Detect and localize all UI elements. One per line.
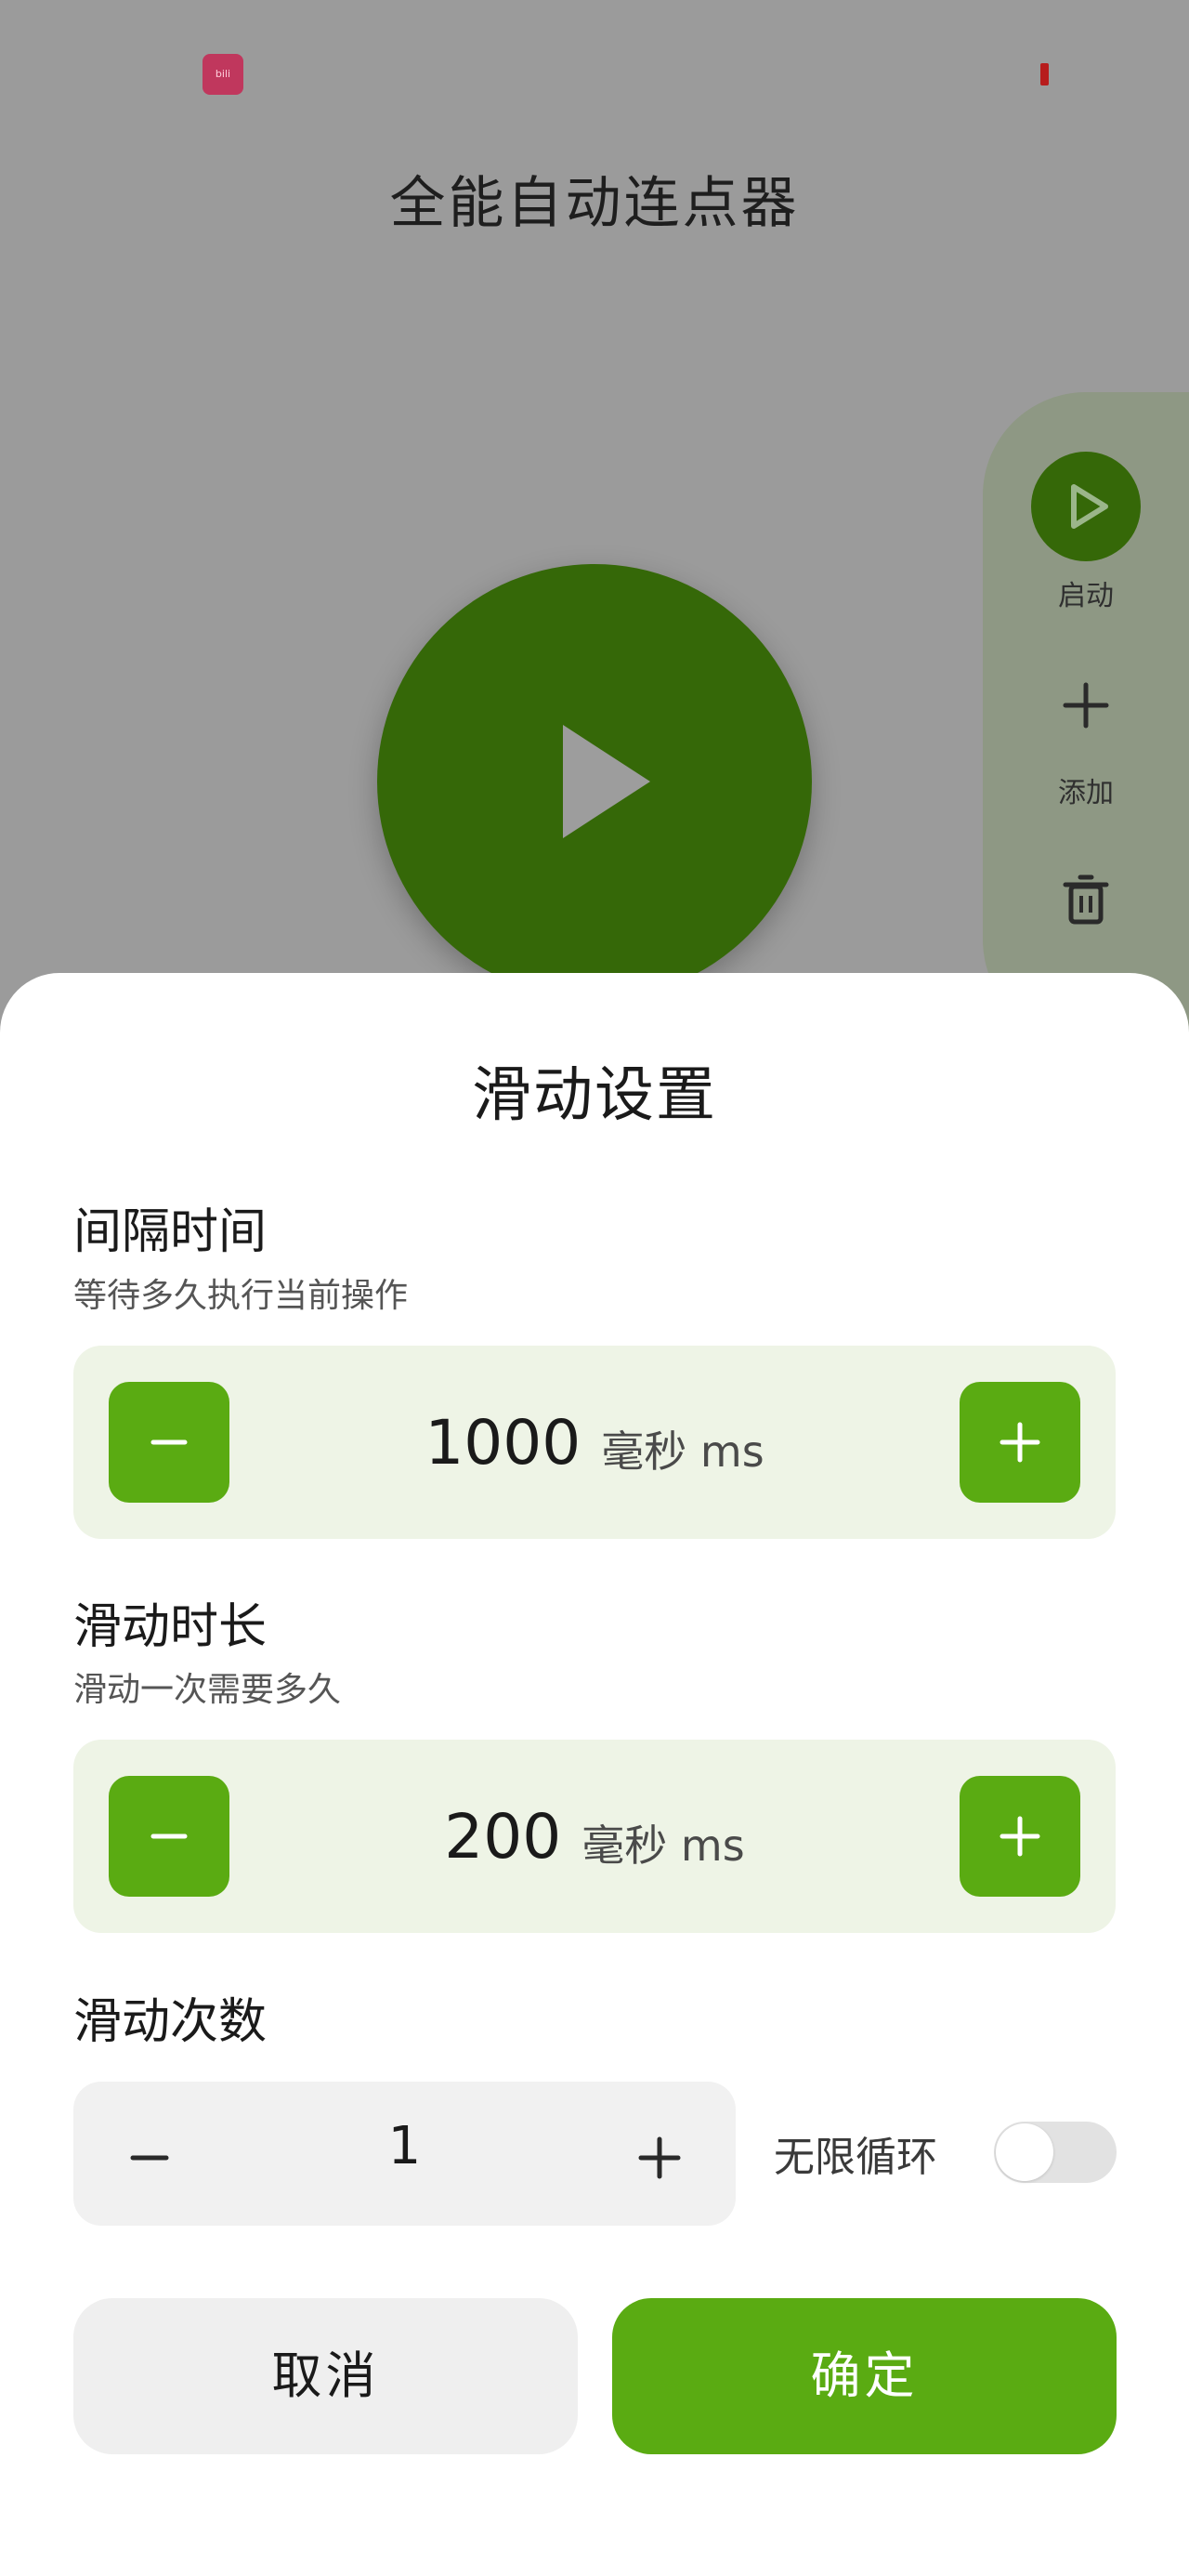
count-stepper: 1 [73,2082,736,2226]
interval-increase-button[interactable] [960,1382,1080,1503]
duration-increase-button[interactable] [960,1776,1080,1897]
play-icon [563,725,650,838]
status-bar: bili [0,0,1189,139]
cancel-button[interactable]: 取消 [73,2298,578,2454]
add-icon[interactable] [1058,677,1114,733]
app-screen: bili 全能自动连点器 启动 添加 滑动设置 间隔时间 等待多久执行当前操作 … [0,0,1189,2576]
swipe-settings-sheet: 滑动设置 间隔时间 等待多久执行当前操作 1000 毫秒 ms 滑动时长 滑动一… [0,973,1189,2576]
interval-title: 间隔时间 [73,1204,268,1260]
interval-value: 1000 [425,1406,581,1479]
side-start-button[interactable] [1031,452,1141,561]
interval-stepper: 1000 毫秒 ms [73,1346,1116,1539]
recording-indicator-icon [1040,63,1049,85]
toggle-knob [996,2123,1053,2181]
floating-control-panel: 启动 添加 [983,392,1189,1043]
side-start-label: 启动 [1058,580,1114,612]
sheet-title: 滑动设置 [472,1061,717,1130]
plus-icon [1000,1422,1040,1463]
infinite-loop-label: 无限循环 [774,2134,937,2181]
count-increase-button[interactable] [621,2115,699,2193]
side-add-label: 添加 [1058,777,1114,809]
duration-unit: 毫秒 ms [581,1820,745,1871]
main-start-button[interactable] [377,564,812,999]
interval-subtitle: 等待多久执行当前操作 [73,1277,409,1315]
interval-unit: 毫秒 ms [601,1426,764,1477]
plus-icon [1000,1816,1040,1857]
duration-value: 200 [444,1800,562,1873]
bilibili-app-icon: bili [203,54,243,95]
duration-subtitle: 滑动一次需要多久 [73,1671,342,1709]
count-title: 滑动次数 [73,1994,268,2050]
confirm-button[interactable]: 确定 [612,2298,1117,2454]
infinite-loop-toggle[interactable] [994,2122,1117,2183]
duration-stepper: 200 毫秒 ms [73,1740,1116,1933]
play-outline-icon [1071,484,1108,529]
app-title: 全能自动连点器 [389,171,800,236]
duration-title: 滑动时长 [73,1599,268,1655]
trash-icon[interactable] [1058,872,1114,927]
